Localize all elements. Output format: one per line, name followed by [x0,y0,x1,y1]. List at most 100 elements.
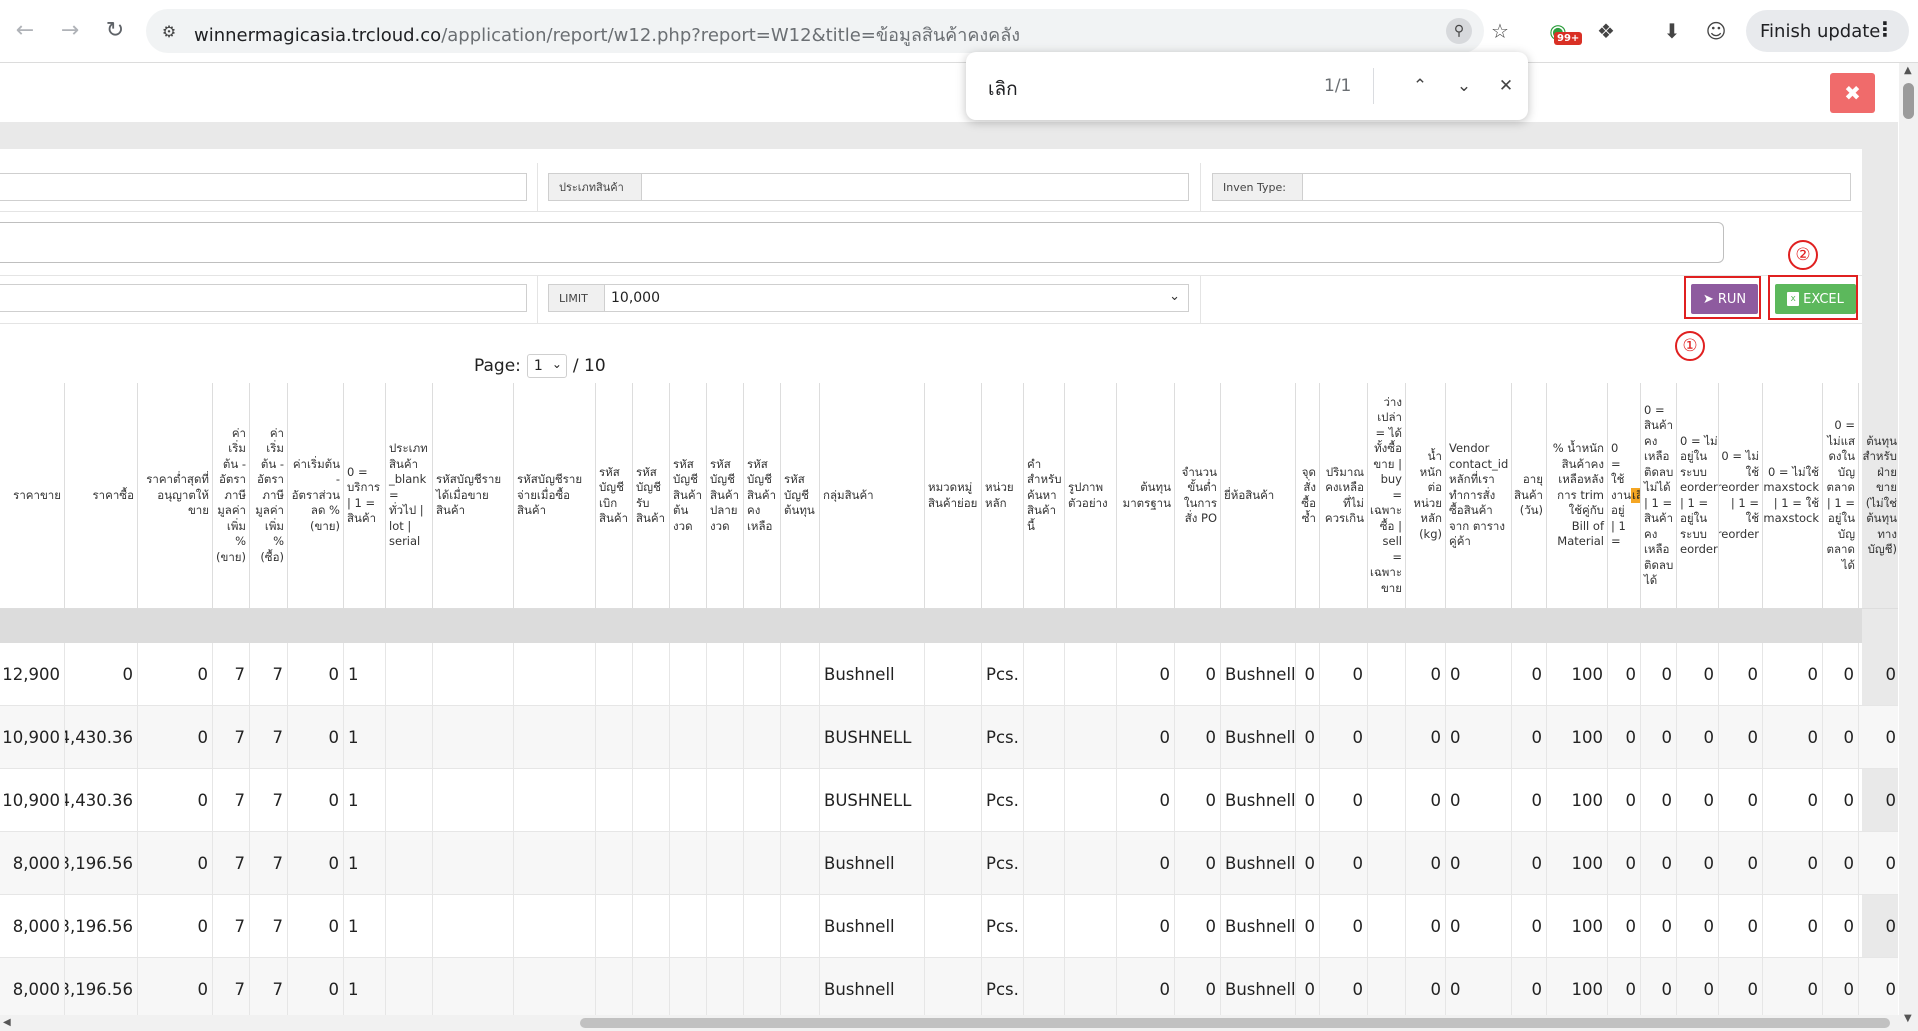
column-header[interactable]: น้ำหนักต่อหน่วยหลัก (kg) [1406,383,1446,609]
limit-select[interactable]: LIMIT 10,000 ⌄ [548,284,1189,312]
table-cell: 0 [1763,832,1823,895]
chevron-down-icon[interactable]: ⌄ [1450,72,1478,100]
column-header[interactable]: รหัสบัญชีเบิกสินค้า [596,383,633,609]
column-header[interactable]: 0 = ไม่อยู่ในระบบ eorder | 1 = อยู่ในระบ… [1677,383,1719,609]
table-cell [514,832,596,895]
table-cell: 0 [1117,706,1175,769]
table-cell: 0 [138,895,213,958]
column-header[interactable]: รหัสบัญชีรับสินค้า [633,383,670,609]
horizontal-scroll-thumb[interactable] [580,1018,1890,1028]
column-header[interactable]: 0 = สินค้าคงเหลือติดลบไม่ได้ | 1 = สินค้… [1641,383,1677,609]
column-header[interactable]: ประเภทสินค้า _blank = ทั่วไป | lot | ser… [386,383,433,609]
download-icon[interactable]: ⬇ [1656,15,1688,47]
column-header[interactable]: ต้นทุนมาตรฐาน [1117,383,1175,609]
column-header[interactable]: รหัสบัญชีสินค้าปลายงวด [707,383,744,609]
scroll-down-icon[interactable]: ▼ [1904,1013,1912,1024]
table-cell: 0 [1296,895,1320,958]
vertical-scrollbar[interactable]: ▲ ▼ [1899,63,1918,1031]
column-header[interactable]: หมวดหมู่สินค้าย่อย [925,383,982,609]
column-header[interactable]: คำสำหรับค้นหาสินค้านี้ [1024,383,1065,609]
column-header[interactable]: 0 = ไม่แสดงในบัญตลาด | 1 = อยู่ในบัญตลาด… [1823,383,1859,609]
profile-avatar-icon[interactable]: ☺ [1700,15,1732,47]
site-info-icon[interactable]: ⚙ [158,20,180,42]
column-header[interactable]: หน่วยหลัก [982,383,1024,609]
kebab-menu-icon[interactable]: ⋮ [1875,17,1895,41]
close-icon[interactable]: ✕ [1492,72,1520,100]
column-header[interactable]: 0 = ใช้งานอยู่ | 1 = เลิกใช้งานแล้ว [1608,383,1641,609]
url-text[interactable]: winnermagicasia.trcloud.co/application/r… [194,20,1020,49]
column-header[interactable]: 0 = บริการ | 1 = สินค้า [344,383,386,609]
table-cell [386,832,433,895]
table-cell: 0 [138,769,213,832]
table-cell: 8,000 [0,895,65,958]
page-select[interactable]: 1 ⌄ [526,354,567,378]
column-header[interactable]: ราคาขาย [0,383,65,609]
find-divider [1373,68,1374,104]
table-cell [707,832,744,895]
scroll-left-icon[interactable]: ◀ [3,1017,11,1028]
table-cell [670,769,707,832]
table-cell [925,832,982,895]
table-cell: 0 [1641,832,1677,895]
table-cell [1368,958,1406,1015]
column-header[interactable]: ราคาซื้อ [65,383,138,609]
column-header[interactable]: อายุสินค้า (วัน) [1512,383,1547,609]
column-header[interactable]: รูปภาพตัวอย่าง [1065,383,1117,609]
forward-arrow-icon[interactable]: → [55,15,85,45]
table-cell: 1 [344,895,386,958]
lens-icon[interactable]: ⚲ [1446,18,1472,44]
column-header[interactable]: รหัสบัญชีสินค้าคงเหลือ [744,383,781,609]
column-header[interactable]: ราคาต่ำสุดที่อนุญาตให้ขาย [138,383,213,609]
table-cell: 0 [1823,832,1859,895]
table-cell [744,958,781,1015]
column-header[interactable]: 0 = ไม่ใช้ maxstock | 1 = ใช้ maxstock [1763,383,1823,609]
column-header[interactable]: รหัสบัญชีต้นทุน [781,383,820,609]
close-report-button[interactable]: ✖ [1830,73,1875,113]
browser-toolbar: ← → ↻ ⚙ winnermagicasia.trcloud.co/appli… [0,0,1918,63]
column-header[interactable]: Vendor contact_id หลักที่เราทำการสั่งซื้… [1446,383,1512,609]
horizontal-scrollbar[interactable]: ◀ [0,1015,1899,1031]
table-cell: 0 [1406,895,1446,958]
product-type-field[interactable]: ประเภทสินค้า [548,173,1189,201]
extension-icon[interactable]: ◉ 99+ [1542,15,1583,47]
vertical-scroll-thumb[interactable] [1903,83,1914,119]
find-input[interactable]: เลิก [988,74,1018,104]
column-header[interactable]: % น้ำหนักสินค้าคงเหลือหลังการ trim ใช้คู… [1547,383,1608,609]
column-header[interactable]: ต้นทุนสำหรับฝ่ายขาย (ไม่ใช่ต้นทุนทางบัญช… [1859,383,1898,609]
table-cell [707,958,744,1015]
table-cell: 3,196.56 [65,895,138,958]
extensions-puzzle-icon[interactable]: ❖ [1590,15,1622,47]
address-bar[interactable]: ⚙ winnermagicasia.trcloud.co/application… [146,9,1484,53]
column-header[interactable]: ยี่ห้อสินค้า [1221,383,1296,609]
filter-input-left[interactable] [0,173,527,201]
column-header[interactable]: จำนวนขั้นต่ำในการสั่ง PO [1175,383,1221,609]
table-cell [514,895,596,958]
column-header[interactable]: ปริมาณคงเหลือที่ไม่ควรเกิน [1320,383,1368,609]
column-header[interactable]: รหัสบัญชีสินค้าต้นงวด [670,383,707,609]
reload-icon[interactable]: ↻ [100,15,130,45]
divider [1200,275,1201,323]
filter-input-left-2[interactable] [0,284,527,312]
finish-update-button[interactable]: Finish update ⋮ [1746,10,1909,52]
back-arrow-icon[interactable]: ← [10,15,40,45]
column-header[interactable]: ค่าเริ่มต้น - อัตราภาษีมูลค่าเพิ่ม % (ขา… [213,383,250,609]
column-header[interactable]: 0 = ไม่ใช้ reorder | 1 = ใช้ reorder [1719,383,1763,609]
column-header[interactable]: ว่างเปล่า = ได้ทั้งซื้อขาย | buy = เฉพาะ… [1368,383,1406,609]
scroll-up-icon[interactable]: ▲ [1904,65,1912,76]
column-header[interactable]: กลุ่มสินค้า [820,383,925,609]
column-header[interactable]: รหัสบัญชีรายได้เมื่อขายสินค้า [433,383,514,609]
wide-filter-input[interactable] [0,222,1724,263]
table-cell: 100 [1547,832,1608,895]
bookmark-star-icon[interactable]: ☆ [1484,15,1516,47]
column-header[interactable]: รหัสบัญชีรายจ่ายเมื่อซื้อสินค้า [514,383,596,609]
chevron-up-icon[interactable]: ⌃ [1406,72,1434,100]
table-cell: 0 [1677,706,1719,769]
column-header[interactable]: ค่าเริ่มต้น - อัตราส่วนลด % (ขาย) [288,383,344,609]
table-cell: 0 [1406,958,1446,1015]
column-header[interactable]: ค่าเริ่มต้น - อัตราภาษีมูลค่าเพิ่ม % (ซื… [250,383,288,609]
table-cell: Pcs. [982,769,1024,832]
table-cell: 0 [1175,706,1221,769]
inven-type-field[interactable]: Inven Type: [1212,173,1851,201]
column-header[interactable]: จุดสั่งซื้อซ้ำ [1296,383,1320,609]
table-cell: 8,000 [0,832,65,895]
